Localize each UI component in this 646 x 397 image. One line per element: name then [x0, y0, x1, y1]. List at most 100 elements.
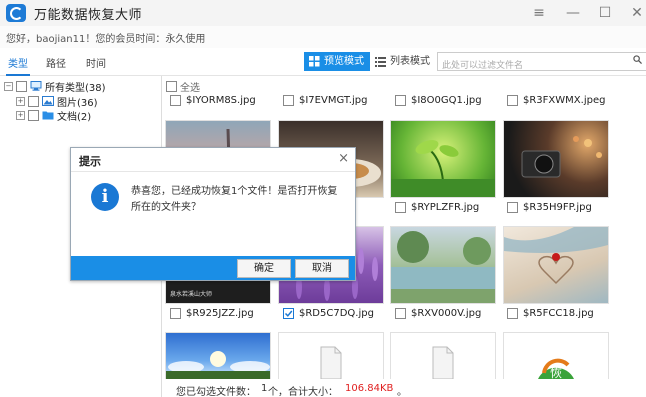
svg-text:恢: 恢 [550, 366, 562, 379]
menu-icon[interactable]: ≡ [528, 3, 550, 23]
user-bar: 您好，baojian11！您的会员时间：永久使用 [0, 26, 646, 49]
file-item[interactable]: $IYORM8S.jpg [170, 95, 256, 106]
preview-mode-button[interactable]: 预览模式 [304, 52, 370, 71]
file-name: $R5FCC18.jpg [523, 308, 594, 319]
image-thumbnail[interactable] [503, 226, 609, 304]
prompt-dialog: 提示 × i 恭喜您，已经成功恢复1个文件！是否打开恢复所在的文件夹？ 确定 取… [70, 147, 356, 281]
file-item[interactable]: $R35H9FP.jpg [507, 202, 592, 213]
search-icon[interactable] [633, 55, 642, 64]
collapse-icon[interactable]: − [4, 81, 13, 91]
file-item[interactable]: $R5FCC18.jpg [507, 308, 594, 319]
tree-label-docs: 文档(2) [57, 111, 92, 123]
document-thumbnail[interactable] [390, 332, 496, 380]
app-window: 万能数据恢复大师 ≡ — ☐ ✕ 您好，baojian11！您的会员时间：永久使… [0, 0, 646, 397]
expand-icon[interactable]: + [16, 96, 25, 106]
file-item[interactable]: $RD5C7DQ.jpg [283, 308, 374, 319]
preview-mode-label: 预览模式 [324, 56, 364, 67]
status-size: 106.84KB [345, 383, 394, 394]
tree-checkbox-images[interactable] [28, 95, 39, 107]
close-icon[interactable]: ✕ [626, 3, 646, 23]
tree-label-all: 所有类型(38) [45, 82, 106, 94]
tree-item-all[interactable]: − 所有类型(38) [4, 79, 106, 94]
file-checkbox[interactable] [507, 202, 518, 213]
dialog-title: 提示 [79, 155, 101, 168]
tree-label-images: 图片(36) [57, 97, 98, 109]
status-prefix: 您已勾选文件数： [176, 387, 256, 397]
document-icon [320, 346, 342, 379]
file-item[interactable]: $I7EVMGT.jpg [283, 95, 367, 106]
file-checkbox-checked[interactable] [283, 308, 294, 319]
dialog-close-icon[interactable]: × [338, 151, 349, 166]
recover-logo-image: 恢 [538, 358, 574, 379]
dialog-header: 提示 × [71, 148, 355, 172]
select-all-checkbox[interactable] [166, 81, 177, 92]
tab-time[interactable]: 时间 [86, 55, 106, 70]
file-checkbox[interactable] [170, 308, 181, 319]
search-input[interactable] [438, 58, 626, 74]
image-thumbnail[interactable] [390, 226, 496, 304]
computer-icon [30, 81, 42, 91]
dialog-footer: 确定 取消 [71, 256, 355, 280]
info-icon: i [91, 183, 119, 211]
search-box [437, 52, 646, 74]
file-item[interactable]: $R925JZZ.jpg [170, 308, 254, 319]
tree-checkbox-docs[interactable] [28, 109, 39, 121]
file-name: $I8O0GQ1.jpg [411, 95, 482, 106]
file-name: $IYORM8S.jpg [186, 95, 256, 106]
thumbnail-caption: 泉水若溪山大师 [170, 291, 213, 298]
file-item[interactable]: $R3FXWMX.jpeg [507, 95, 605, 106]
expand-icon[interactable]: + [16, 110, 25, 120]
file-name: $R35H9FP.jpg [523, 202, 592, 213]
maximize-icon[interactable]: ☐ [594, 3, 616, 23]
file-checkbox[interactable] [395, 202, 406, 213]
dialog-message: 恭喜您，已经成功恢复1个文件！是否打开恢复所在的文件夹？ [131, 186, 338, 213]
checkmark-icon [284, 310, 293, 317]
image-thumbnail[interactable]: 恢 [503, 332, 609, 380]
lake-image [391, 231, 495, 303]
file-item[interactable]: $RYPLZFR.jpg [395, 202, 479, 213]
file-name: $I7EVMGT.jpg [299, 95, 368, 106]
status-bar: 您已勾选文件数： 1 个，合计大小： 106.84KB 。 [162, 379, 646, 397]
cancel-button[interactable]: 取消 [295, 259, 349, 278]
image-thumbnail[interactable] [390, 120, 496, 198]
ok-button[interactable]: 确定 [237, 259, 291, 278]
image-icon [42, 96, 54, 106]
beach-heart-image [504, 227, 608, 285]
minimize-icon[interactable]: — [562, 3, 584, 23]
file-item[interactable]: $I8O0GQ1.jpg [395, 95, 482, 106]
tree-checkbox-all[interactable] [16, 80, 27, 92]
sky-image [166, 351, 270, 379]
file-item[interactable]: $RXV000V.jpg [395, 308, 481, 319]
file-checkbox[interactable] [395, 308, 406, 319]
camera-image [521, 136, 602, 178]
sprout-image [391, 140, 495, 197]
file-name: $RD5C7DQ.jpg [299, 308, 374, 319]
file-checkbox[interactable] [507, 308, 518, 319]
file-name: $R925JZZ.jpg [186, 308, 254, 319]
status-suffix: 。 [397, 387, 407, 397]
grid-icon [309, 56, 320, 67]
file-name: $RXV000V.jpg [411, 308, 482, 319]
tree-item-docs[interactable]: + 文档(2) [16, 108, 92, 123]
file-checkbox[interactable] [283, 95, 294, 106]
status-middle: 个，合计大小： [268, 387, 338, 397]
status-count: 1 [261, 383, 268, 394]
tab-path[interactable]: 路径 [46, 55, 66, 70]
file-name: $R3FXWMX.jpeg [523, 95, 606, 106]
document-thumbnail[interactable] [278, 332, 384, 380]
user-info: 您好，baojian11！您的会员时间：永久使用 [6, 34, 206, 45]
toolbar: 类型 路径 时间 预览模式 列表模式 [0, 48, 646, 76]
tab-type[interactable]: 类型 [6, 55, 30, 76]
file-checkbox[interactable] [170, 95, 181, 106]
title-bar: 万能数据恢复大师 ≡ — ☐ ✕ [0, 0, 646, 26]
folder-icon [42, 111, 54, 120]
image-thumbnail[interactable] [503, 120, 609, 198]
app-logo-icon [6, 4, 26, 22]
select-all[interactable]: 全选 [166, 79, 200, 94]
image-thumbnail[interactable] [165, 332, 271, 380]
list-mode-button[interactable]: 列表模式 [370, 52, 436, 71]
tree-item-images[interactable]: + 图片(36) [16, 94, 98, 109]
file-checkbox[interactable] [507, 95, 518, 106]
file-checkbox[interactable] [395, 95, 406, 106]
document-icon [432, 346, 454, 379]
